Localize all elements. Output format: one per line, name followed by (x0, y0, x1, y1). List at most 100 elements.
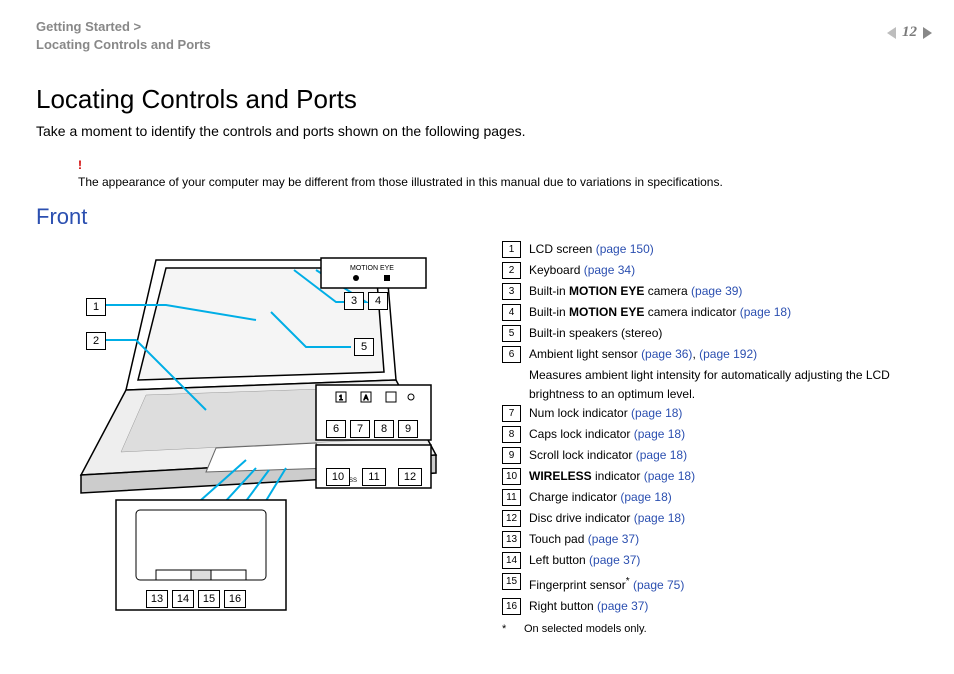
legend-item-13: 13 Touch pad (page 37) (502, 530, 918, 549)
breadcrumb: Getting Started > Locating Controls and … (36, 18, 918, 54)
intro-text: Take a moment to identify the controls a… (36, 123, 918, 139)
legend-text: Built-in MOTION EYE camera (page 39) (529, 282, 918, 301)
legend-item-10: 10 WIRELESS indicator (page 18) (502, 467, 918, 486)
callout-12: 12 (398, 468, 422, 486)
legend-subtext: Measures ambient light intensity for aut… (529, 366, 918, 404)
page-ref-link[interactable]: (page 150) (596, 242, 654, 256)
callout-9: 9 (398, 420, 418, 438)
note-text: The appearance of your computer may be d… (78, 175, 723, 189)
callout-6: 6 (326, 420, 346, 438)
legend-item-4: 4 Built-in MOTION EYE camera indicator (p… (502, 303, 918, 322)
legend-item-14: 14 Left button (page 37) (502, 551, 918, 570)
callout-16: 16 (224, 590, 246, 608)
page-ref-link[interactable]: (page 37) (588, 532, 639, 546)
callout-2: 2 (86, 332, 106, 350)
page-ref-link[interactable]: (page 34) (584, 263, 635, 277)
page-ref-link[interactable]: (page 18) (644, 469, 695, 483)
callout-1: 1 (86, 298, 106, 316)
legend-item-6: 6 Ambient light sensor (page 36), (page 1… (502, 345, 918, 364)
page-ref-link[interactable]: (page 36) (641, 347, 692, 361)
page-ref-link[interactable]: (page 37) (597, 599, 648, 613)
legend-item-5: 5 Built-in speakers (stereo) (502, 324, 918, 343)
next-page-icon[interactable] (923, 27, 932, 39)
page-ref-link[interactable]: (page 192) (699, 347, 757, 361)
legend-number: 6 (502, 346, 521, 363)
legend-number: 7 (502, 405, 521, 422)
legend-number: 9 (502, 447, 521, 464)
section-heading: Front (36, 204, 918, 230)
callout-15: 15 (198, 590, 220, 608)
manual-page: 12 Getting Started > Locating Controls a… (0, 0, 954, 674)
legend-number: 4 (502, 304, 521, 321)
legend-number: 3 (502, 283, 521, 300)
legend-text: Touch pad (page 37) (529, 530, 918, 549)
legend-text: Num lock indicator (page 18) (529, 404, 918, 423)
page-ref-link[interactable]: (page 18) (631, 406, 682, 420)
callout-5: 5 (354, 338, 374, 356)
callout-8: 8 (374, 420, 394, 438)
page-number: 12 (902, 24, 917, 40)
svg-text:A: A (364, 395, 369, 402)
breadcrumb-line2: Locating Controls and Ports (36, 36, 918, 54)
page-ref-link[interactable]: (page 18) (634, 511, 685, 525)
page-ref-link[interactable]: (page 18) (636, 448, 687, 462)
legend-text: Fingerprint sensor* (page 75) (529, 572, 918, 595)
footnote: *On selected models only. (502, 620, 918, 639)
legend-text: Charge indicator (page 18) (529, 488, 918, 507)
page-ref-link[interactable]: (page 18) (634, 427, 685, 441)
legend-text: Right button (page 37) (529, 597, 918, 616)
legend-number: 5 (502, 325, 521, 342)
svg-text:1: 1 (339, 395, 343, 402)
page-title: Locating Controls and Ports (36, 84, 918, 115)
legend-text: Keyboard (page 34) (529, 261, 918, 280)
legend-number: 14 (502, 552, 521, 569)
legend-number: 8 (502, 426, 521, 443)
legend-number: 10 (502, 468, 521, 485)
legend-item-15: 15 Fingerprint sensor* (page 75) (502, 572, 918, 595)
legend-item-9: 9 Scroll lock indicator (page 18) (502, 446, 918, 465)
legend-text: Disc drive indicator (page 18) (529, 509, 918, 528)
legend-item-7: 7 Num lock indicator (page 18) (502, 404, 918, 423)
legend-number: 13 (502, 531, 521, 548)
legend-text: Built-in speakers (stereo) (529, 324, 918, 343)
legend-number: 2 (502, 262, 521, 279)
legend-number: 1 (502, 241, 521, 258)
page-number-nav: 12 (887, 24, 932, 41)
warning-icon: ! (78, 157, 918, 173)
callout-3: 3 (344, 292, 364, 310)
legend-text: Ambient light sensor (page 36), (page 19… (529, 345, 918, 364)
legend-number: 12 (502, 510, 521, 527)
page-ref-link[interactable]: (page 75) (633, 578, 684, 592)
legend-number: 16 (502, 598, 521, 615)
legend-text: Left button (page 37) (529, 551, 918, 570)
legend-text: Caps lock indicator (page 18) (529, 425, 918, 444)
prev-page-icon[interactable] (887, 27, 896, 39)
legend-text: Scroll lock indicator (page 18) (529, 446, 918, 465)
legend-item-12: 12 Disc drive indicator (page 18) (502, 509, 918, 528)
legend-item-3: 3 Built-in MOTION EYE camera (page 39) (502, 282, 918, 301)
legend-item-2: 2 Keyboard (page 34) (502, 261, 918, 280)
legend-item-11: 11 Charge indicator (page 18) (502, 488, 918, 507)
breadcrumb-line1: Getting Started > (36, 18, 918, 36)
page-ref-link[interactable]: (page 39) (691, 284, 742, 298)
legend-list: 1 LCD screen (page 150) 2 Keyboard (page 34… (466, 240, 918, 639)
page-ref-link[interactable]: (page 18) (620, 490, 671, 504)
legend-item-16: 16 Right button (page 37) (502, 597, 918, 616)
legend-number: 11 (502, 489, 521, 506)
legend-text: LCD screen (page 150) (529, 240, 918, 259)
legend-number: 15 (502, 573, 521, 590)
front-diagram: 1 A WIRELESS MOTION EYE (36, 240, 466, 620)
callout-13: 13 (146, 590, 168, 608)
legend-text: WIRELESS indicator (page 18) (529, 467, 918, 486)
callout-14: 14 (172, 590, 194, 608)
caution-note: ! The appearance of your computer may be… (78, 157, 918, 190)
callout-11: 11 (362, 468, 386, 486)
svg-text:MOTION EYE: MOTION EYE (350, 265, 394, 272)
callout-10: 10 (326, 468, 350, 486)
callout-7: 7 (350, 420, 370, 438)
page-ref-link[interactable]: (page 37) (589, 553, 640, 567)
page-ref-link[interactable]: (page 18) (740, 305, 791, 319)
callout-4: 4 (368, 292, 388, 310)
legend-text: Built-in MOTION EYE camera indicator (pa… (529, 303, 918, 322)
legend-item-1: 1 LCD screen (page 150) (502, 240, 918, 259)
